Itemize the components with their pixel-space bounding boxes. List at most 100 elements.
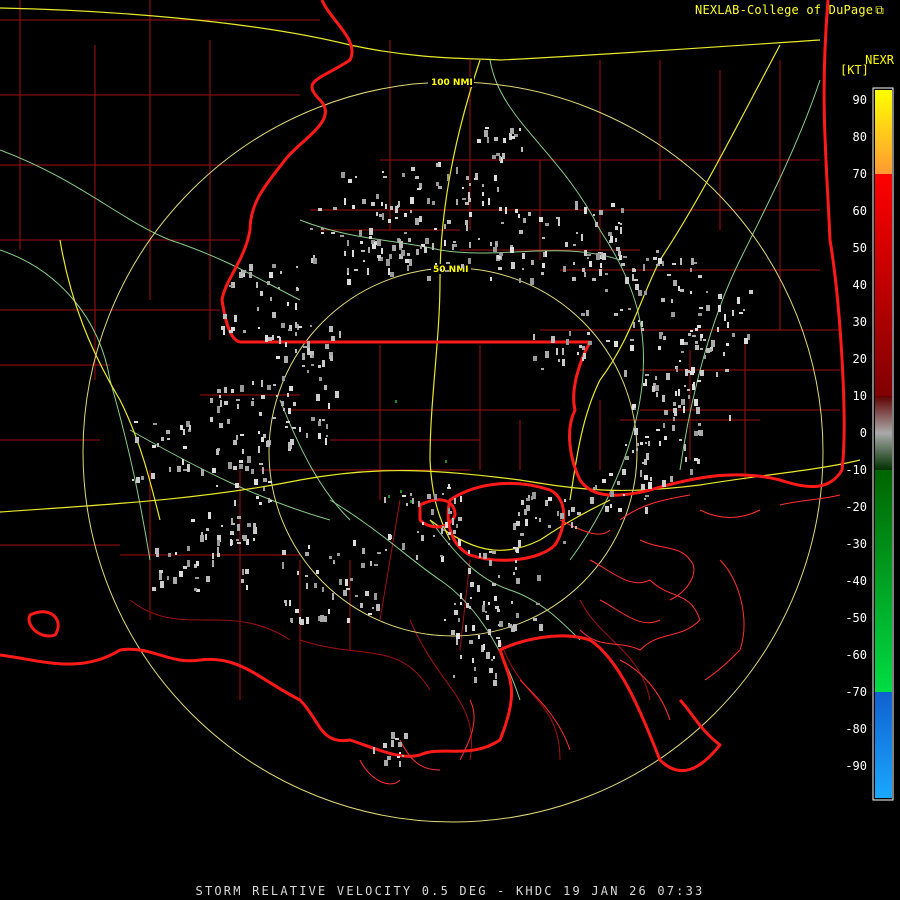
colorbar-tick-label: -80 [845,722,867,736]
velocity-echo [648,441,650,446]
velocity-echo [483,601,485,605]
velocity-echo [687,389,690,391]
velocity-echo [577,352,579,355]
velocity-echo [494,175,497,181]
velocity-echo [399,752,401,754]
velocity-echo [642,462,645,464]
velocity-echo [261,395,265,399]
velocity-echo [560,513,564,519]
velocity-echo [498,267,502,270]
velocity-echo [493,680,497,686]
velocity-echo [268,498,270,503]
velocity-echo [508,624,512,628]
velocity-echo [458,618,460,622]
velocity-echo [568,510,570,516]
velocity-echo [605,273,608,275]
velocity-echo [183,566,187,569]
velocity-echo [310,228,313,230]
colorbar-tick-label: 90 [853,93,867,107]
velocity-echo [484,130,488,137]
velocity-echo [187,464,190,471]
velocity-echo [469,183,471,186]
velocity-echo [433,535,435,537]
velocity-echo [468,550,470,554]
velocity-echo [419,216,422,222]
velocity-echo [505,207,507,214]
velocity-echo [667,274,671,276]
velocity-echo [386,259,390,266]
velocity-echo [240,434,244,436]
velocity-echo [536,603,540,605]
velocity-echo [488,602,490,605]
velocity-echo [460,602,462,605]
velocity-echo [371,202,375,206]
colorbar-tick-label: -30 [845,537,867,551]
velocity-echo [313,255,315,258]
colorbar-gradient [875,90,892,798]
velocity-echo [515,567,517,570]
velocity-echo [643,264,645,271]
velocity-echo [350,578,353,581]
velocity-echo [706,305,710,311]
velocity-echo [374,564,378,566]
colorbar-tick-label: 0 [860,426,867,440]
colorbar-tick-label: -70 [845,685,867,699]
velocity-echo [175,552,177,555]
velocity-echo [516,613,519,618]
velocity-echo [615,238,617,242]
velocity-echo [249,264,253,271]
velocity-echo [299,427,301,432]
velocity-echo [511,262,515,269]
velocity-echo [333,560,335,564]
velocity-echo [208,512,211,519]
velocity-echo [322,360,325,367]
velocity-echo [401,250,405,256]
velocity-echo [300,619,304,625]
velocity-echo [678,405,681,408]
velocity-echo [492,583,496,586]
velocity-echo [587,254,591,256]
velocity-echo [321,232,324,234]
velocity-echo [404,232,407,234]
velocity-echo [352,250,354,257]
velocity-echo [610,491,614,497]
velocity-echo [516,521,520,526]
velocity-echo [347,618,350,623]
velocity-echo [501,222,504,224]
velocity-echo [479,553,481,558]
velocity-echo [424,247,427,253]
credit-text[interactable]: NEXLAB-College of DuPage ⧉ [695,3,884,18]
velocity-echo [465,202,469,205]
velocity-echo [673,280,677,286]
velocity-echo [376,212,378,216]
velocity-echo [470,597,472,599]
velocity-echo [662,480,666,487]
velocity-echo [448,543,450,545]
velocity-echo [252,381,254,385]
velocity-echo [382,213,384,220]
velocity-echo [542,263,545,268]
velocity-echo [160,581,164,588]
velocity-echo [575,526,577,529]
velocity-echo [486,652,490,659]
velocity-echo [391,732,395,739]
velocity-echo [489,560,492,566]
velocity-echo [369,236,372,239]
velocity-echo [166,430,170,434]
velocity-echo [662,261,664,266]
velocity-echo [435,263,437,265]
velocity-echo [588,341,592,345]
velocity-echo [545,251,547,257]
velocity-echo [355,595,358,597]
velocity-echo [346,588,350,590]
velocity-echo [700,334,703,338]
velocity-echo [390,206,393,210]
velocity-echo [664,436,667,440]
velocity-echo [620,309,623,311]
velocity-echo [573,262,575,265]
velocity-echo [333,207,337,210]
velocity-echo [407,265,409,271]
velocity-echo [521,147,523,152]
velocity-echo [474,178,478,180]
velocity-echo [389,254,392,259]
